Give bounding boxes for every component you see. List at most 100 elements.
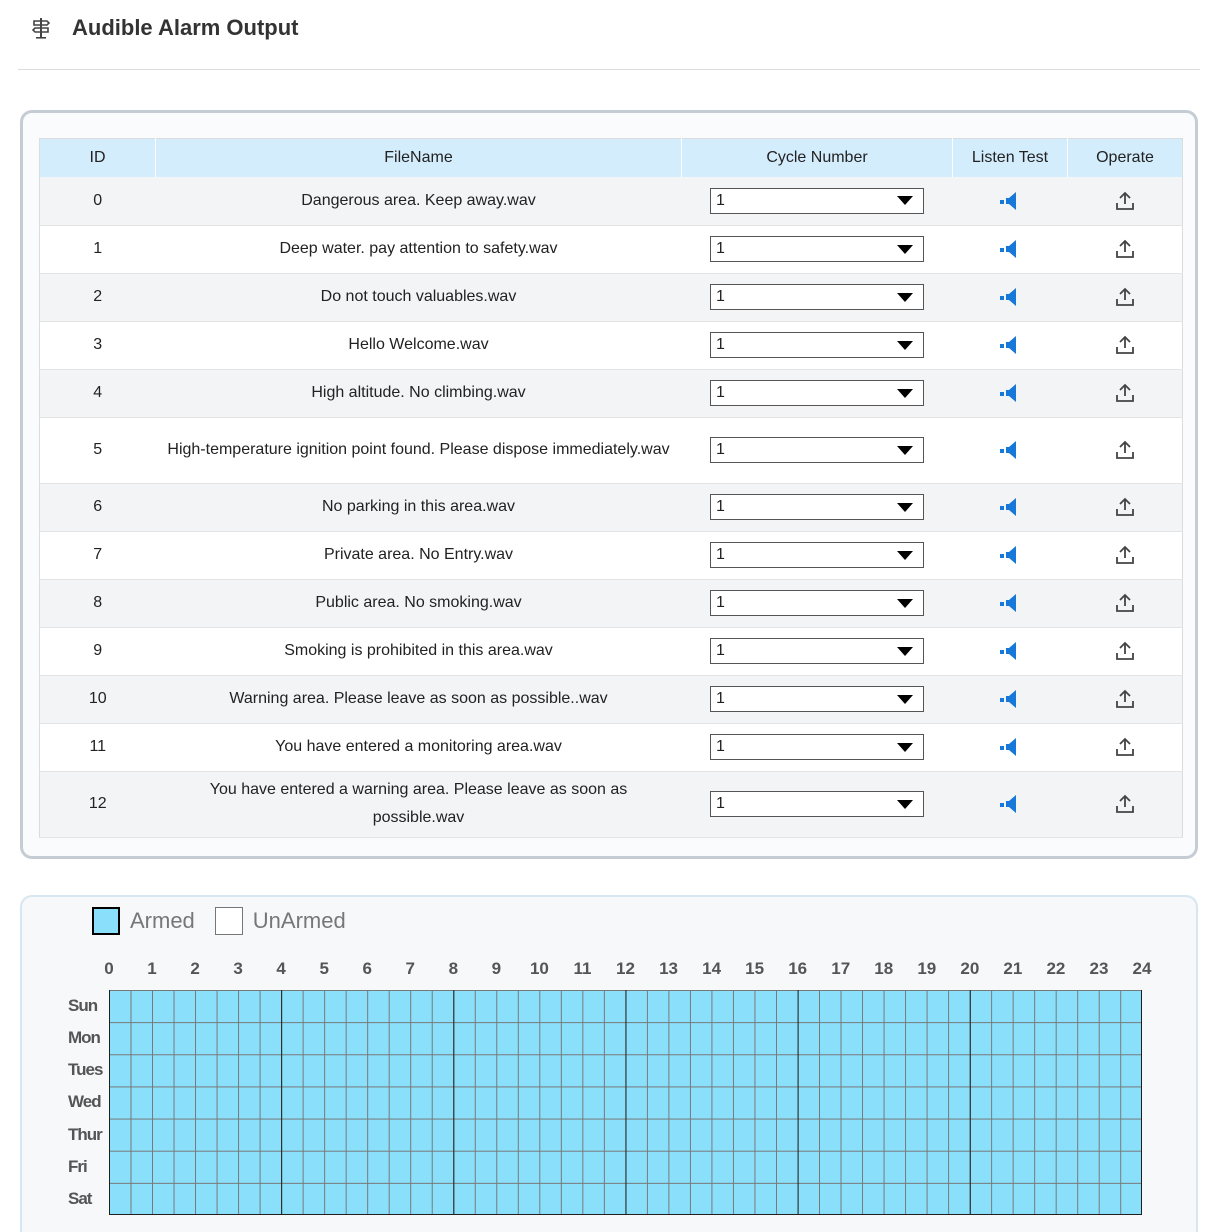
cycle-number-value: 1 — [716, 498, 725, 515]
hour-label: 6 — [362, 959, 372, 978]
cycle-number-select[interactable]: 1 — [710, 187, 924, 214]
cycle-number-select[interactable]: 1 — [710, 284, 924, 310]
cell-listen-test — [952, 417, 1068, 484]
upload-icon[interactable] — [1114, 640, 1136, 662]
speaker-icon[interactable] — [999, 334, 1021, 356]
day-label: Thur — [68, 1124, 103, 1144]
table-row: 6 No parking in this area.wav 1 — [39, 483, 1183, 532]
speaker-icon[interactable] — [999, 736, 1021, 758]
dropdown-arrow-icon — [897, 646, 913, 656]
cycle-number-select[interactable]: 1 — [710, 734, 924, 760]
cell-operate — [1067, 177, 1183, 226]
speaker-icon[interactable] — [999, 544, 1021, 566]
hour-label: 0 — [104, 959, 114, 978]
cell-listen-test — [952, 321, 1068, 370]
cycle-number-select[interactable]: 1 — [710, 590, 924, 616]
cell-id: 11 — [39, 723, 156, 772]
cycle-number-select[interactable]: 1 — [710, 542, 924, 568]
cycle-number-select[interactable]: 1 — [710, 437, 924, 463]
cell-operate — [1067, 627, 1183, 676]
hour-label: 24 — [1132, 959, 1152, 978]
upload-icon[interactable] — [1114, 592, 1136, 614]
upload-icon[interactable] — [1114, 793, 1136, 815]
upload-icon[interactable] — [1114, 238, 1136, 260]
cell-listen-test — [952, 273, 1068, 322]
hour-label: 7 — [405, 959, 416, 978]
cell-cycle-number: 1 — [681, 531, 953, 580]
dropdown-arrow-icon — [897, 799, 913, 809]
upload-icon[interactable] — [1114, 688, 1136, 710]
speaker-icon[interactable] — [999, 238, 1021, 260]
cycle-number-select[interactable]: 1 — [710, 686, 924, 712]
speaker-icon[interactable] — [999, 382, 1021, 404]
cycle-number-value: 1 — [716, 288, 725, 305]
cell-cycle-number: 1 — [681, 417, 953, 484]
upload-icon[interactable] — [1114, 334, 1136, 356]
table-row: 12 You have entered a warning area. Pleas… — [39, 771, 1183, 838]
armed-brush-swatch[interactable] — [92, 907, 120, 935]
upload-icon[interactable] — [1114, 736, 1136, 758]
upload-icon[interactable] — [1114, 544, 1136, 566]
dropdown-arrow-icon — [897, 388, 913, 398]
hour-label: 14 — [702, 959, 722, 978]
column-header-listen-test: Listen Test — [952, 138, 1068, 177]
upload-icon[interactable] — [1114, 439, 1136, 461]
day-label: Mon — [68, 1028, 101, 1048]
upload-icon[interactable] — [1114, 382, 1136, 404]
dropdown-arrow-icon — [897, 196, 913, 206]
upload-icon[interactable] — [1114, 496, 1136, 518]
cell-filename: Deep water. pay attention to safety.wav — [155, 225, 682, 274]
cell-filename: Do not touch valuables.wav — [155, 273, 682, 322]
hour-label: 15 — [745, 959, 765, 978]
table-row: 5 High-temperature ignition point found. … — [39, 417, 1183, 484]
cycle-number-select[interactable]: 1 — [710, 638, 924, 664]
upload-icon[interactable] — [1114, 286, 1136, 308]
cell-operate — [1067, 771, 1183, 838]
speaker-icon[interactable] — [999, 190, 1021, 212]
cycle-number-select[interactable]: 1 — [710, 380, 924, 406]
cell-operate — [1067, 321, 1183, 370]
hour-label: 13 — [659, 959, 678, 978]
speaker-icon[interactable] — [999, 688, 1021, 710]
hour-label: 8 — [448, 959, 459, 978]
hour-label: 11 — [573, 959, 592, 978]
cycle-number-select[interactable]: 1 — [710, 494, 924, 520]
speaker-icon[interactable] — [999, 496, 1021, 518]
speaker-icon[interactable] — [999, 286, 1021, 308]
hour-label: 20 — [960, 959, 980, 978]
cell-listen-test — [952, 771, 1068, 838]
cell-filename: No parking in this area.wav — [155, 483, 682, 532]
cell-id: 3 — [39, 321, 156, 370]
dropdown-arrow-icon — [897, 244, 913, 254]
speaker-icon[interactable] — [999, 793, 1021, 815]
cell-id: 4 — [39, 369, 156, 418]
cycle-number-value: 1 — [716, 738, 725, 755]
cycle-number-value: 1 — [716, 336, 725, 353]
dropdown-arrow-icon — [897, 340, 913, 350]
cycle-number-select[interactable]: 1 — [710, 791, 924, 817]
cell-filename: Public area. No smoking.wav — [155, 579, 682, 628]
cell-listen-test — [952, 531, 1068, 580]
unarmed-brush-swatch[interactable] — [214, 907, 243, 935]
cell-filename: You have entered a warning area. Please … — [155, 771, 682, 838]
table-row: 7 Private area. No Entry.wav 1 — [39, 531, 1183, 580]
upload-icon[interactable] — [1114, 190, 1136, 212]
speaker-icon[interactable] — [999, 592, 1021, 614]
speaker-icon[interactable] — [999, 640, 1021, 662]
cell-operate — [1067, 369, 1183, 418]
cell-cycle-number: 1 — [681, 723, 953, 772]
speaker-icon[interactable] — [999, 439, 1021, 461]
cell-filename: Hello Welcome.wav — [155, 321, 682, 370]
day-label: Sat — [68, 1188, 92, 1208]
cell-operate — [1067, 273, 1183, 322]
cycle-number-select[interactable]: 1 — [710, 332, 924, 358]
cell-listen-test — [952, 579, 1068, 628]
cell-filename: Private area. No Entry.wav — [155, 531, 682, 580]
header-divider — [18, 69, 1200, 70]
cycle-number-select[interactable]: 1 — [710, 236, 924, 262]
audio-file-table: ID FileName Cycle Number Listen Test Ope… — [39, 138, 1183, 838]
cell-operate — [1067, 723, 1183, 772]
cell-listen-test — [952, 225, 1068, 274]
schedule-grid[interactable] — [109, 990, 1142, 1215]
cell-id: 0 — [39, 177, 156, 226]
